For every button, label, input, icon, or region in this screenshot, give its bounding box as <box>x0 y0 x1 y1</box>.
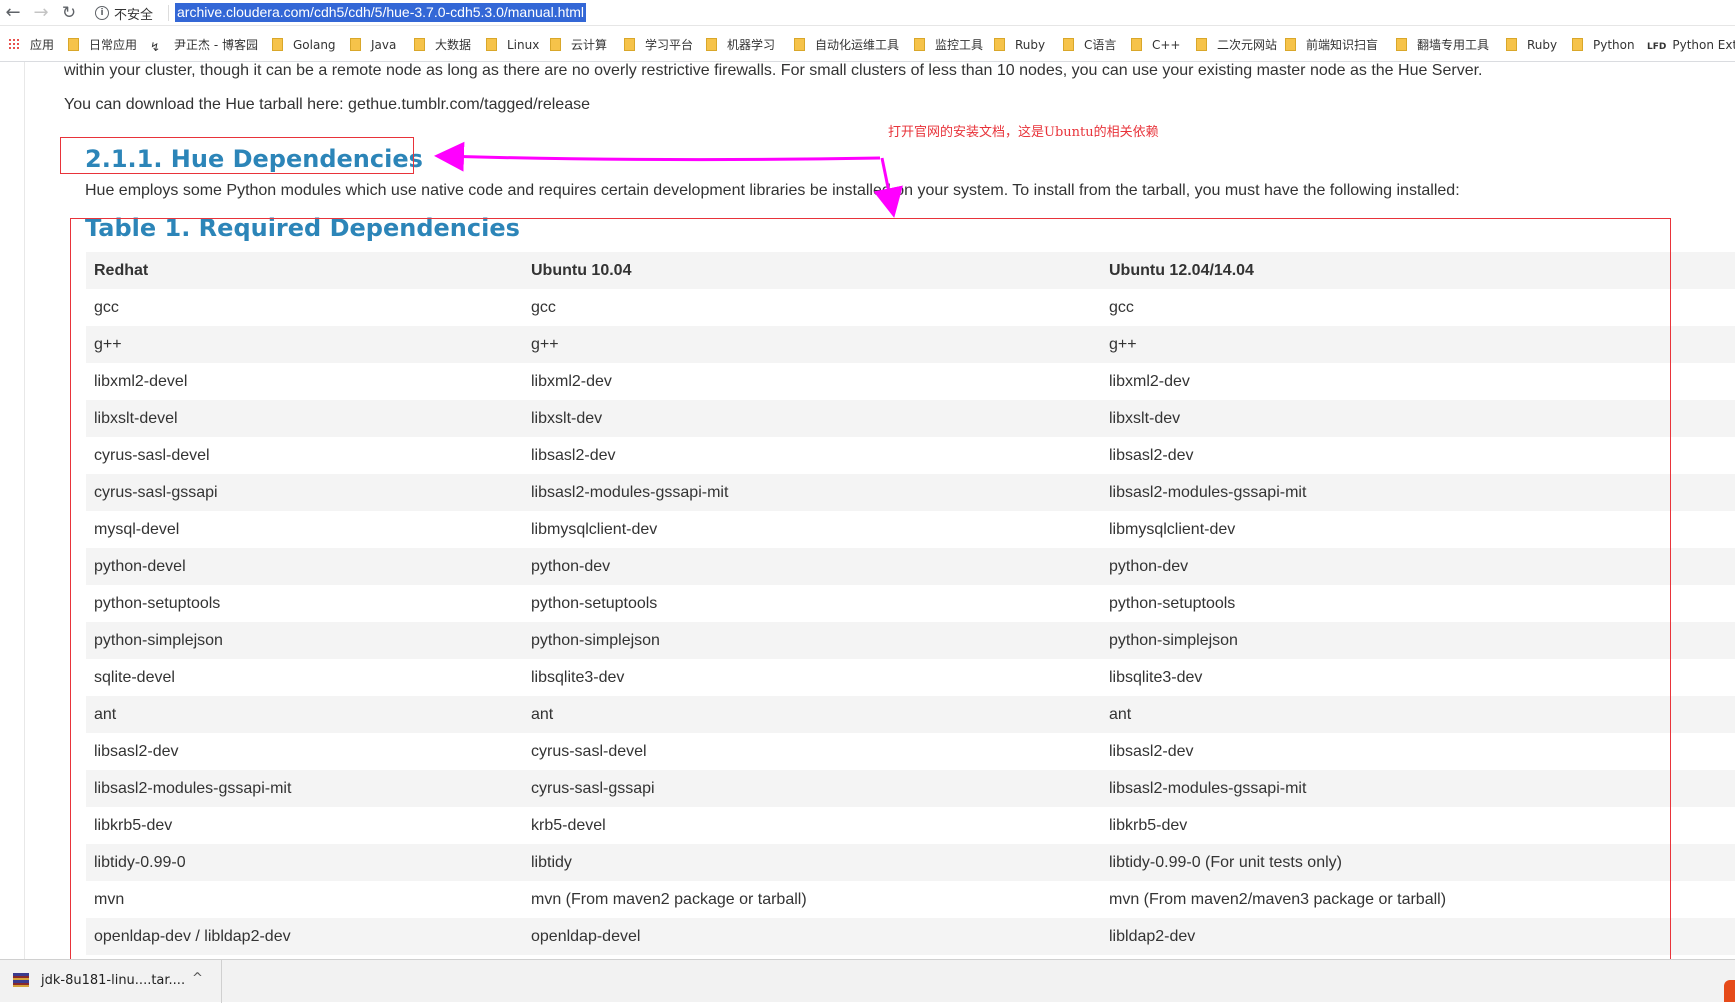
folder-icon <box>1285 38 1296 51</box>
bookmark-label[interactable]: C语言 <box>1084 38 1116 52</box>
bookmark-item[interactable]: 日常应用 <box>68 36 137 54</box>
back-arrow-icon[interactable]: ← <box>2 0 24 26</box>
bookmark-item[interactable]: ↯ 尹正杰 - 博客园 <box>150 36 258 54</box>
bookmark-label[interactable]: 二次元网站 <box>1217 38 1277 52</box>
bookmarks-bar: 应用 日常应用 ↯ 尹正杰 - 博客园 Golang Java 大数据 Linux 云计算 学习平… <box>0 27 1735 62</box>
bookmark-item[interactable]: 云计算 <box>550 36 607 54</box>
page-content: within your cluster, though it can be a … <box>0 62 1735 959</box>
bookmark-item[interactable]: 学习平台 <box>624 36 693 54</box>
security-label[interactable]: 不安全 <box>114 4 153 23</box>
folder-icon <box>486 38 497 51</box>
bookmark-label[interactable]: 学习平台 <box>645 38 693 52</box>
bookmark-item[interactable]: C++ <box>1131 36 1181 54</box>
bookmark-label[interactable]: 云计算 <box>571 38 607 52</box>
arrow-to-heading <box>434 141 881 172</box>
folder-icon <box>272 38 283 51</box>
folder-icon <box>624 38 635 51</box>
folder-icon <box>68 38 79 51</box>
bookmark-label[interactable]: 自动化运维工具 <box>815 38 899 52</box>
bookmark-item[interactable]: LFD Python Exte <box>1647 36 1735 54</box>
download-item[interactable]: jdk-8u181-linu....tar.... ^ <box>0 960 222 1003</box>
bookmark-label[interactable]: C++ <box>1152 38 1181 52</box>
bookmark-item[interactable]: 二次元网站 <box>1196 36 1277 54</box>
folder-icon <box>914 38 925 51</box>
bookmark-item[interactable]: 大数据 <box>414 36 471 54</box>
bookmark-label[interactable]: 尹正杰 - 博客园 <box>174 38 258 52</box>
url-text[interactable]: archive.cloudera.com/cdh5/cdh/5/hue-3.7.… <box>175 3 587 22</box>
browser-toolbar: ← → ↻ i 不安全 archive.cloudera.com/cdh5/cd… <box>0 0 1735 26</box>
bookmark-label[interactable]: Java <box>371 38 396 52</box>
arrow-to-table <box>873 157 903 218</box>
folder-icon <box>1131 38 1142 51</box>
html5-icon <box>1724 980 1735 1002</box>
bookmark-item[interactable]: Ruby <box>1506 36 1557 54</box>
archive-file-icon <box>13 973 29 987</box>
reload-icon[interactable]: ↻ <box>58 0 80 26</box>
address-divider <box>168 5 169 21</box>
bookmark-label[interactable]: 应用 <box>30 38 54 52</box>
bookmark-label[interactable]: Golang <box>293 38 336 52</box>
bookmark-item[interactable]: Linux <box>486 36 539 54</box>
bookmark-item[interactable]: Golang <box>272 36 336 54</box>
bookmark-item[interactable]: 监控工具 <box>914 36 983 54</box>
bookmark-item[interactable]: 自动化运维工具 <box>794 36 899 54</box>
apps-grid-icon <box>8 38 20 50</box>
downloads-bar: jdk-8u181-linu....tar.... ^ <box>0 959 1735 1003</box>
folder-icon <box>794 38 805 51</box>
download-file-name[interactable]: jdk-8u181-linu....tar.... <box>41 973 185 988</box>
folder-icon <box>994 38 1005 51</box>
forward-arrow-icon[interactable]: → <box>30 0 52 26</box>
bookmark-label[interactable]: 翻墙专用工具 <box>1417 38 1489 52</box>
folder-icon <box>706 38 717 51</box>
bookmark-label[interactable]: Python <box>1593 38 1635 52</box>
folder-icon <box>1196 38 1207 51</box>
site-icon: ↯ <box>150 40 161 54</box>
bookmark-item[interactable]: Python <box>1572 36 1635 54</box>
annotation-arrows <box>434 141 903 218</box>
bookmark-label[interactable]: 日常应用 <box>89 38 137 52</box>
bookmark-label[interactable]: Python Exte <box>1672 38 1735 52</box>
bookmark-item[interactable]: Java <box>350 36 396 54</box>
folder-icon <box>1396 38 1407 51</box>
lfd-icon: LFD <box>1647 42 1667 52</box>
bookmark-label[interactable]: 大数据 <box>435 38 471 52</box>
bookmark-label[interactable]: Ruby <box>1527 38 1557 52</box>
bookmark-item[interactable]: 前端知识扫盲 <box>1285 36 1378 54</box>
bookmark-label[interactable]: 前端知识扫盲 <box>1306 38 1378 52</box>
address-bar[interactable]: i 不安全 archive.cloudera.com/cdh5/cdh/5/hu… <box>88 2 1735 24</box>
bookmark-item[interactable]: C语言 <box>1063 36 1116 54</box>
folder-icon <box>550 38 561 51</box>
bookmark-item[interactable]: 机器学习 <box>706 36 775 54</box>
folder-icon <box>1063 38 1074 51</box>
bookmark-label[interactable]: Linux <box>507 38 539 52</box>
bookmark-item[interactable]: 翻墙专用工具 <box>1396 36 1489 54</box>
bookmark-label[interactable]: Ruby <box>1015 38 1045 52</box>
info-icon[interactable]: i <box>95 6 109 20</box>
folder-icon <box>1506 38 1517 51</box>
folder-icon <box>350 38 361 51</box>
bookmark-label[interactable]: 机器学习 <box>727 38 775 52</box>
bookmark-item[interactable]: Ruby <box>994 36 1045 54</box>
folder-icon <box>1572 38 1583 51</box>
folder-icon <box>414 38 425 51</box>
bookmark-item[interactable]: 应用 <box>8 36 54 54</box>
bookmark-label[interactable]: 监控工具 <box>935 38 983 52</box>
chevron-up-icon[interactable]: ^ <box>192 971 203 986</box>
